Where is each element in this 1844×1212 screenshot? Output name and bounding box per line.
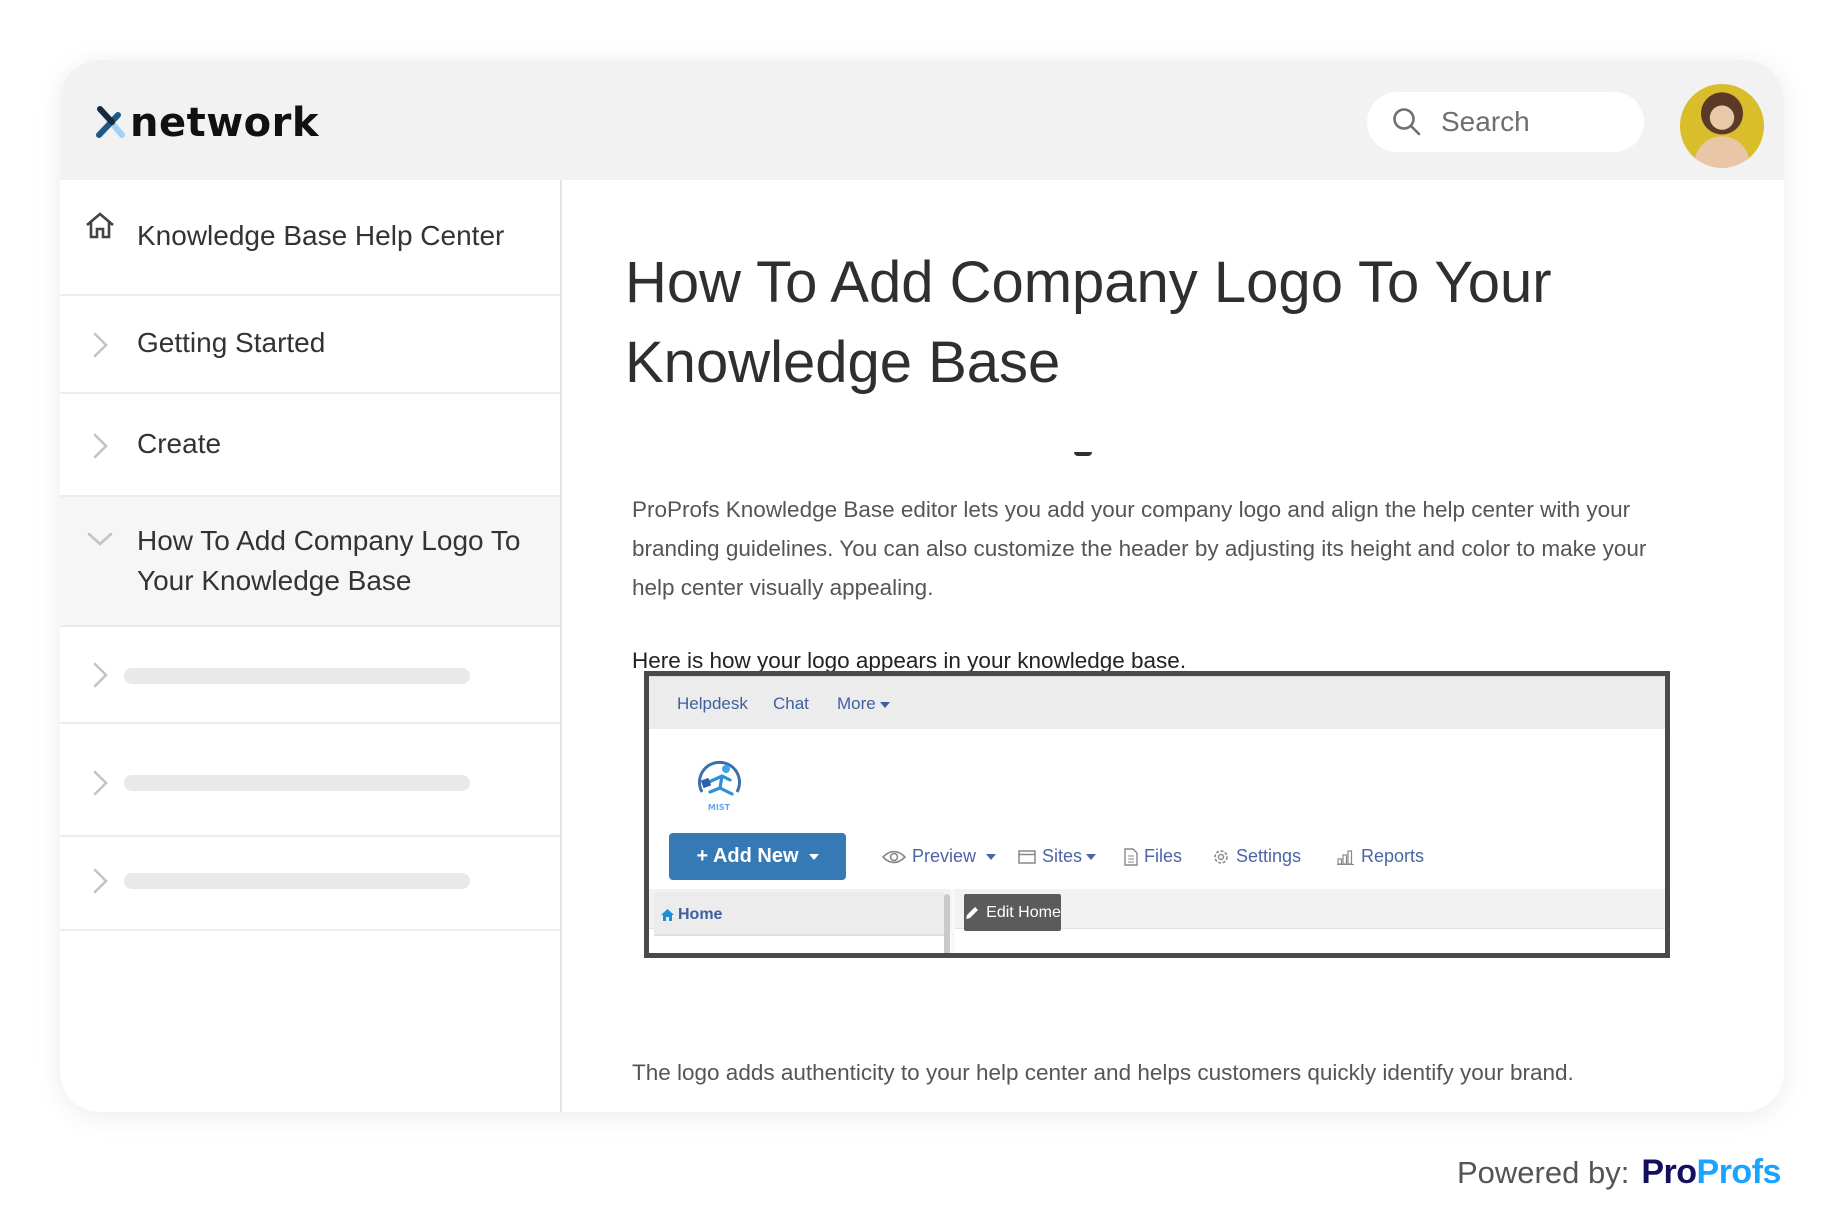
powered-by-label: Powered by:: [1457, 1155, 1630, 1190]
sidebar-item-placeholder[interactable]: [60, 724, 560, 837]
sidebar-nav: Knowledge Base Help Center Getting Start…: [60, 180, 562, 1112]
home-icon: [86, 212, 114, 239]
chevron-down-icon: [87, 532, 113, 546]
top-header: network Search: [60, 60, 1784, 180]
search-input[interactable]: Search: [1367, 92, 1644, 152]
sidebar-item-getting-started[interactable]: Getting Started: [60, 296, 560, 394]
powered-by-footer: Powered by: Pro Profs: [1457, 1153, 1781, 1192]
sidebar-item-home[interactable]: Knowledge Base Help Center: [60, 180, 560, 296]
article-closing: The logo adds authenticity to your help …: [632, 1060, 1574, 1085]
skeleton-label: [124, 668, 470, 684]
chevron-right-icon: [93, 662, 108, 688]
sidebar-item-create[interactable]: Create: [60, 394, 560, 497]
chevron-right-icon: [93, 332, 108, 358]
help-center-window: network Search Knowledge Base Help Cente…: [60, 60, 1784, 1112]
eye-icon: [882, 850, 906, 863]
embedded-tool-sites: Sites: [1018, 846, 1097, 867]
chevron-right-icon: [93, 868, 108, 894]
bar-chart-icon: [1337, 849, 1354, 865]
search-icon: [1393, 108, 1421, 136]
sidebar-item-label: Create: [137, 428, 222, 459]
edit-home-button: Edit Home: [964, 894, 1061, 931]
embedded-tool-settings: Settings: [1212, 846, 1301, 867]
embedded-nav-bar: Helpdesk Chat More: [649, 676, 1665, 729]
embedded-screenshot: Helpdesk Chat More MIST + Add New Previe…: [644, 671, 1670, 958]
gear-icon: [1214, 849, 1228, 864]
network-logo-icon: [96, 106, 125, 138]
article-intro: ProProfs Knowledge Base editor lets you …: [632, 497, 1647, 600]
article-content: How To Add Company Logo To Your Knowledg…: [562, 180, 1784, 1112]
sidebar-item-label: How To Add Company Logo To Your Knowledg…: [137, 525, 521, 596]
tool-label: Settings: [1236, 846, 1302, 866]
embedded-divider: [951, 889, 955, 953]
add-new-label: + Add New: [696, 845, 799, 867]
home-icon: [661, 909, 674, 921]
tool-label: Reports: [1361, 846, 1425, 866]
embedded-tool-reports: Reports: [1337, 846, 1424, 867]
sidebar-item-label: Knowledge Base Help Center: [137, 220, 505, 251]
tool-label: Files: [1144, 846, 1183, 866]
tool-label: Preview: [912, 846, 977, 866]
embedded-nav-more: More: [837, 694, 890, 714]
user-avatar[interactable]: [1680, 84, 1764, 168]
sidebar-item-placeholder[interactable]: [60, 627, 560, 724]
embedded-nav-helpdesk: Helpdesk: [677, 694, 748, 713]
tool-label: Sites: [1042, 846, 1083, 866]
home-link-label: Home: [678, 906, 723, 923]
search-placeholder: Search: [1441, 106, 1530, 137]
caret-down-icon: [986, 853, 997, 860]
caret-down-icon: [1086, 853, 1097, 860]
sidebar-item-placeholder[interactable]: [60, 837, 560, 931]
caret-down-icon: [879, 701, 890, 708]
brand-logo[interactable]: network: [94, 100, 319, 146]
sidebar-item-add-company-logo[interactable]: How To Add Company Logo To Your Knowledg…: [60, 497, 560, 627]
mist-logo-text: MIST: [708, 803, 731, 812]
decorative-mark: [1074, 452, 1092, 456]
mist-logo-icon: MIST: [698, 760, 741, 812]
caret-down-icon: [808, 853, 819, 860]
sidebar-item-label: Getting Started: [137, 327, 326, 358]
skeleton-label: [124, 873, 470, 889]
file-icon: [1124, 847, 1138, 866]
embedded-nav-chat: Chat: [773, 694, 809, 713]
add-new-button: + Add New: [669, 833, 846, 880]
chevron-right-icon: [93, 770, 108, 796]
embedded-tool-files: Files: [1124, 846, 1182, 867]
skeleton-label: [124, 775, 470, 791]
window-icon: [1018, 849, 1036, 864]
proprofs-logo-part1[interactable]: Pro: [1641, 1153, 1697, 1192]
embedded-scrollbar: [944, 894, 950, 953]
embedded-tool-preview: Preview: [882, 846, 997, 867]
article-title: How To Add Company Logo To Your Knowledg…: [625, 250, 1552, 395]
embedded-nav-more-label: More: [837, 694, 876, 713]
proprofs-logo-part2[interactable]: Profs: [1697, 1153, 1782, 1192]
chevron-right-icon: [93, 433, 108, 459]
edit-home-label: Edit Home: [986, 903, 1061, 921]
pencil-icon: [966, 906, 979, 919]
brand-name: network: [130, 100, 319, 146]
embedded-home-link: Home: [661, 906, 722, 924]
